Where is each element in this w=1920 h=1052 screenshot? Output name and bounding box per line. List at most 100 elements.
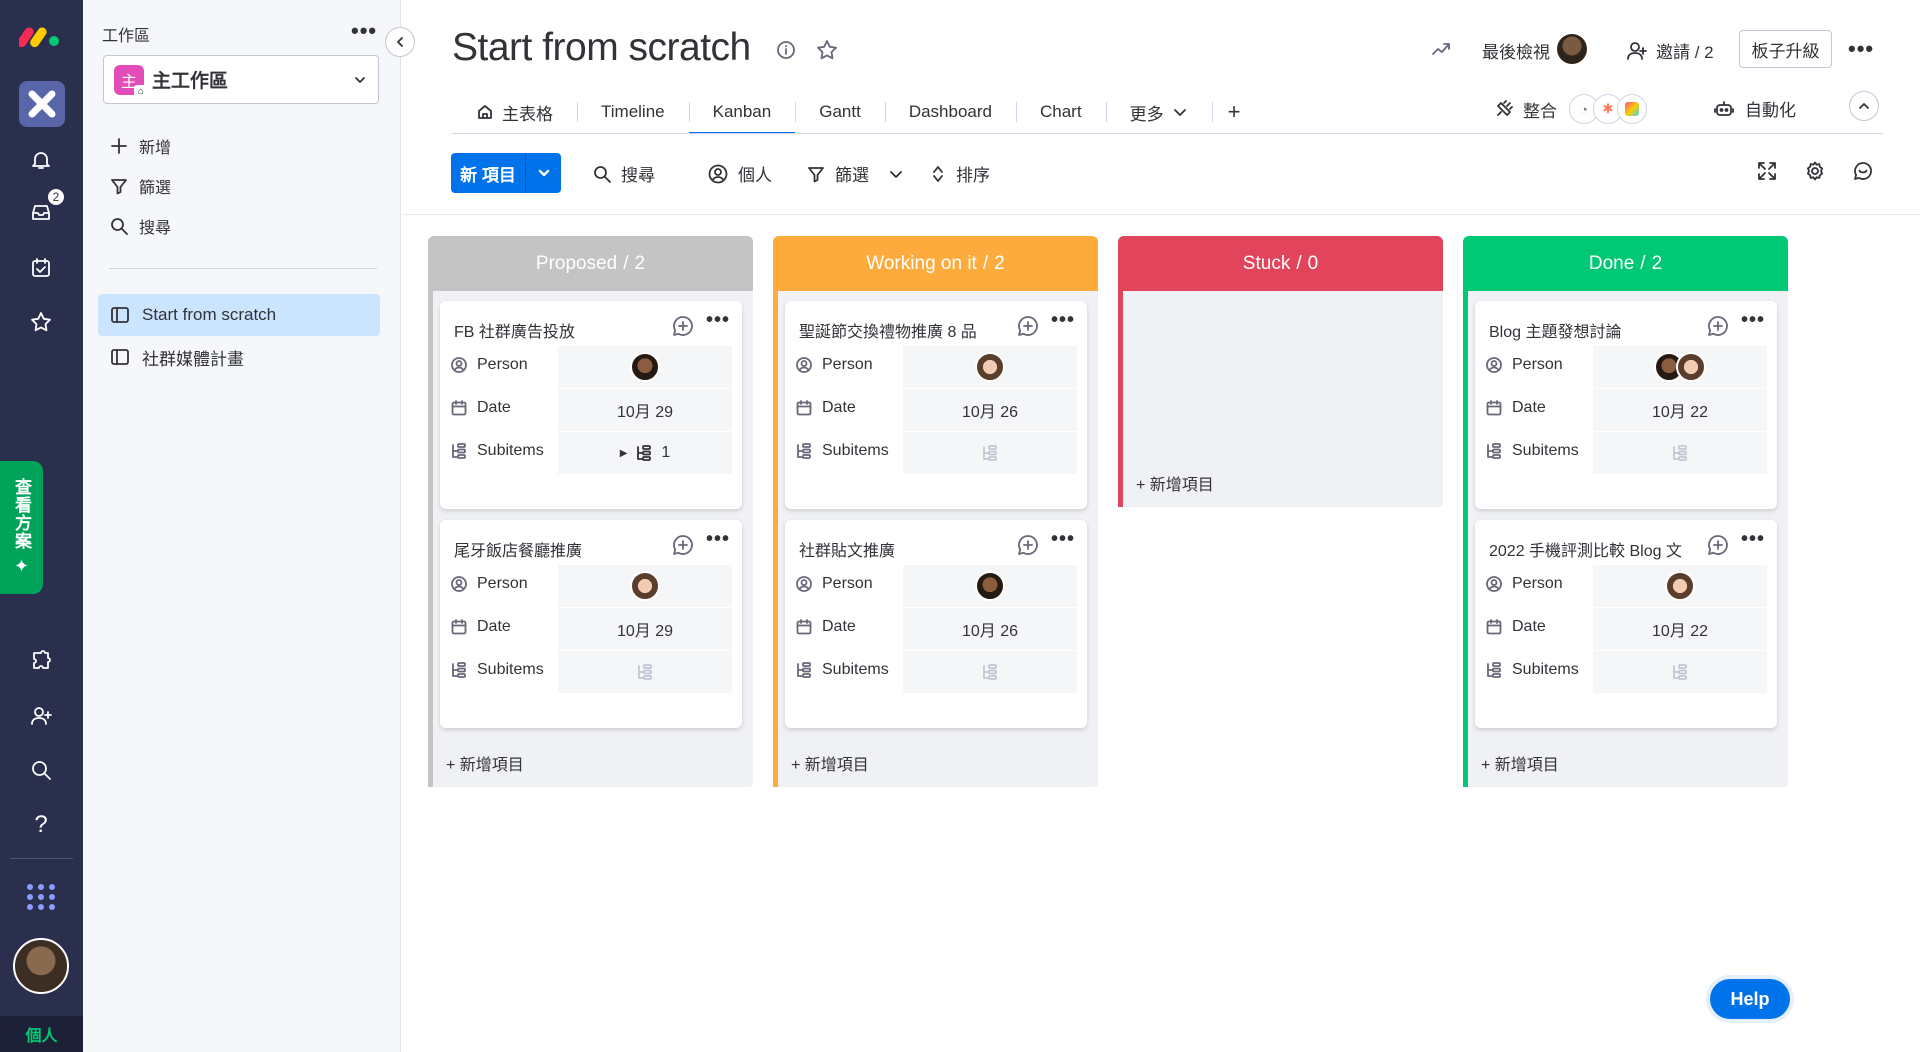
card-title[interactable]: 2022 手機評測比較 Blog 文 <box>1489 537 1699 561</box>
person-avatar[interactable] <box>1676 352 1706 382</box>
card-more-menu[interactable]: ••• <box>706 528 730 551</box>
subitems-field-value[interactable] <box>1593 432 1767 474</box>
person-avatar[interactable] <box>1665 571 1695 601</box>
tab-more[interactable]: 更多 <box>1105 91 1212 133</box>
board-title[interactable]: Start from scratch <box>452 26 751 70</box>
card-title[interactable]: Blog 主題發想討論 <box>1489 318 1699 342</box>
add-item-button[interactable]: + 新增項目 <box>1130 459 1435 507</box>
kanban-card[interactable]: 尾牙飯店餐廳推廣 ••• Person Date 10月 29 Subitems <box>440 520 742 728</box>
board-more-menu[interactable]: ••• <box>1848 36 1874 62</box>
integrations-button[interactable]: 整合 ◔ ✱ <box>1493 94 1647 124</box>
add-update-icon[interactable] <box>1706 533 1730 557</box>
my-work-icon[interactable] <box>20 247 62 289</box>
add-update-icon[interactable] <box>671 533 695 557</box>
favorites-star-icon[interactable] <box>20 301 62 343</box>
person-field-value[interactable] <box>558 346 732 388</box>
feedback-chat-icon[interactable] <box>1852 160 1874 182</box>
card-title[interactable]: 社群貼文推廣 <box>799 537 1009 561</box>
column-header[interactable]: Proposed/2 <box>428 236 753 291</box>
add-update-icon[interactable] <box>1706 314 1730 338</box>
automations-button[interactable]: 自動化 <box>1713 96 1796 121</box>
user-avatar[interactable] <box>13 938 69 994</box>
last-viewed-label[interactable]: 最後檢視 <box>1482 38 1550 63</box>
invite-members-icon[interactable] <box>20 695 62 737</box>
card-more-menu[interactable]: ••• <box>1741 528 1765 551</box>
board-item-start-from-scratch[interactable]: Start from scratch <box>98 294 380 336</box>
notifications-bell-icon[interactable] <box>20 139 62 181</box>
date-field-value[interactable]: 10月 22 <box>1593 608 1767 650</box>
date-field-value[interactable]: 10月 26 <box>903 389 1077 431</box>
expand-caret-icon[interactable]: ▶ <box>620 448 628 459</box>
subitems-field-value[interactable] <box>903 651 1077 693</box>
tab-timeline[interactable]: Timeline <box>577 91 689 133</box>
toolbar-search-button[interactable]: 搜尋 <box>592 161 655 186</box>
new-item-dropdown-icon[interactable] <box>525 153 561 193</box>
date-field-value[interactable]: 10月 29 <box>558 389 732 431</box>
workspace-selector[interactable]: 主 ⌂ 主工作區 <box>103 55 379 104</box>
invite-button[interactable]: 邀請 / 2 <box>1626 38 1714 63</box>
subitems-field-value[interactable]: ▶ 1 <box>558 432 732 474</box>
column-header[interactable]: Working on it/2 <box>773 236 1098 291</box>
card-more-menu[interactable]: ••• <box>706 309 730 332</box>
new-item-button[interactable]: 新 項目 <box>451 153 561 193</box>
apps-puzzle-icon[interactable] <box>20 640 62 682</box>
kanban-card[interactable]: 2022 手機評測比較 Blog 文 ••• Person Date 10月 22 Sub… <box>1475 520 1777 728</box>
column-header[interactable]: Done/2 <box>1463 236 1788 291</box>
subitems-field-value[interactable] <box>558 651 732 693</box>
collapse-header-button[interactable] <box>1849 91 1879 121</box>
person-field-value[interactable] <box>903 565 1077 607</box>
person-avatar[interactable] <box>975 352 1005 382</box>
kanban-card[interactable]: 社群貼文推廣 ••• Person Date 10月 26 Subitems <box>785 520 1087 728</box>
person-avatar[interactable] <box>630 571 660 601</box>
tab-dashboard[interactable]: Dashboard <box>884 91 1016 133</box>
add-view-button[interactable]: + <box>1211 91 1257 133</box>
tab-kanban[interactable]: Kanban <box>688 91 796 134</box>
activity-trend-icon[interactable] <box>1430 38 1452 60</box>
person-field-value[interactable] <box>1593 565 1767 607</box>
see-plans-button[interactable]: 查看方案 ✦ <box>0 461 43 594</box>
board-item-social-media-plan[interactable]: 社群媒體計畫 <box>98 336 380 378</box>
workspace-more-menu[interactable]: ••• <box>351 18 377 44</box>
card-more-menu[interactable]: ••• <box>1051 528 1075 551</box>
help-button[interactable]: Help <box>1710 979 1790 1019</box>
date-field-value[interactable]: 10月 26 <box>903 608 1077 650</box>
help-question-icon[interactable]: ? <box>20 804 62 846</box>
person-field-value[interactable] <box>1593 346 1767 388</box>
settings-gear-icon[interactable] <box>1804 160 1826 182</box>
chevron-down-icon[interactable] <box>888 166 904 182</box>
card-title[interactable]: FB 社群廣告投放 <box>454 318 664 342</box>
date-field-value[interactable]: 10月 29 <box>558 608 732 650</box>
person-avatar[interactable] <box>630 352 660 382</box>
collapse-panel-button[interactable] <box>385 27 415 57</box>
card-title[interactable]: 尾牙飯店餐廳推廣 <box>454 537 664 561</box>
column-header[interactable]: Stuck/0 <box>1118 236 1443 291</box>
favorite-star-icon[interactable] <box>815 38 839 62</box>
kanban-card[interactable]: 聖誕節交換禮物推廣 8 品 ••• Person Date 10月 26 Subitems <box>785 301 1087 509</box>
info-icon[interactable] <box>775 39 797 61</box>
add-button[interactable]: 新增 <box>109 134 171 158</box>
add-item-button[interactable]: + 新增項目 <box>1475 739 1780 787</box>
toolbar-person-button[interactable]: 個人 <box>707 161 772 186</box>
toolbar-sort-button[interactable]: 排序 <box>929 161 990 186</box>
person-field-value[interactable] <box>903 346 1077 388</box>
add-update-icon[interactable] <box>1016 314 1040 338</box>
upgrade-board-button[interactable]: 板子升級 <box>1739 30 1832 68</box>
add-item-button[interactable]: + 新增項目 <box>785 739 1090 787</box>
tab-main-table[interactable]: 主表格 <box>452 91 577 133</box>
tab-chart[interactable]: Chart <box>1016 91 1106 133</box>
card-title[interactable]: 聖誕節交換禮物推廣 8 品 <box>799 318 1009 342</box>
add-item-button[interactable]: + 新增項目 <box>440 739 745 787</box>
person-field-value[interactable] <box>558 565 732 607</box>
workspaces-icon[interactable] <box>19 81 65 127</box>
add-update-icon[interactable] <box>1016 533 1040 557</box>
add-update-icon[interactable] <box>671 314 695 338</box>
card-more-menu[interactable]: ••• <box>1051 309 1075 332</box>
kanban-card[interactable]: Blog 主題發想討論 ••• Person Date 10月 22 Subitems <box>1475 301 1777 509</box>
toolbar-filter-button[interactable]: 篩選 <box>806 161 904 186</box>
filter-button[interactable]: 篩選 <box>109 174 171 198</box>
tab-gantt[interactable]: Gantt <box>795 91 885 133</box>
subitems-field-value[interactable] <box>903 432 1077 474</box>
person-avatar[interactable] <box>975 571 1005 601</box>
search-button[interactable]: 搜尋 <box>109 214 171 238</box>
search-icon[interactable] <box>20 749 62 791</box>
